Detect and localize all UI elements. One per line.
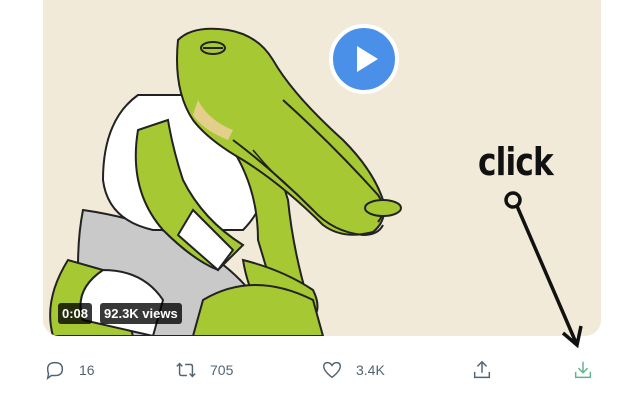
- play-button[interactable]: [329, 24, 399, 94]
- tweet-action-bar: 16 705 3.4K: [0, 352, 640, 388]
- like-count: 3.4K: [356, 362, 385, 378]
- video-views-badge: 92.3K views: [100, 303, 182, 324]
- retweet-icon: [176, 362, 196, 378]
- reply-icon: [46, 361, 64, 380]
- like-icon: [323, 361, 341, 379]
- play-icon: [357, 46, 378, 72]
- share-icon: [473, 360, 491, 379]
- download-icon: [574, 361, 592, 379]
- reply-button[interactable]: 16: [44, 352, 95, 388]
- reply-count: 16: [79, 362, 95, 378]
- annotation-arrow: [504, 191, 583, 349]
- share-button[interactable]: [471, 352, 493, 388]
- download-button[interactable]: [572, 352, 594, 388]
- video-duration-badge: 0:08: [58, 303, 93, 324]
- retweet-button[interactable]: 705: [175, 352, 233, 388]
- like-button[interactable]: 3.4K: [321, 352, 385, 388]
- annotation-label: click: [478, 140, 554, 184]
- retweet-count: 705: [210, 362, 234, 378]
